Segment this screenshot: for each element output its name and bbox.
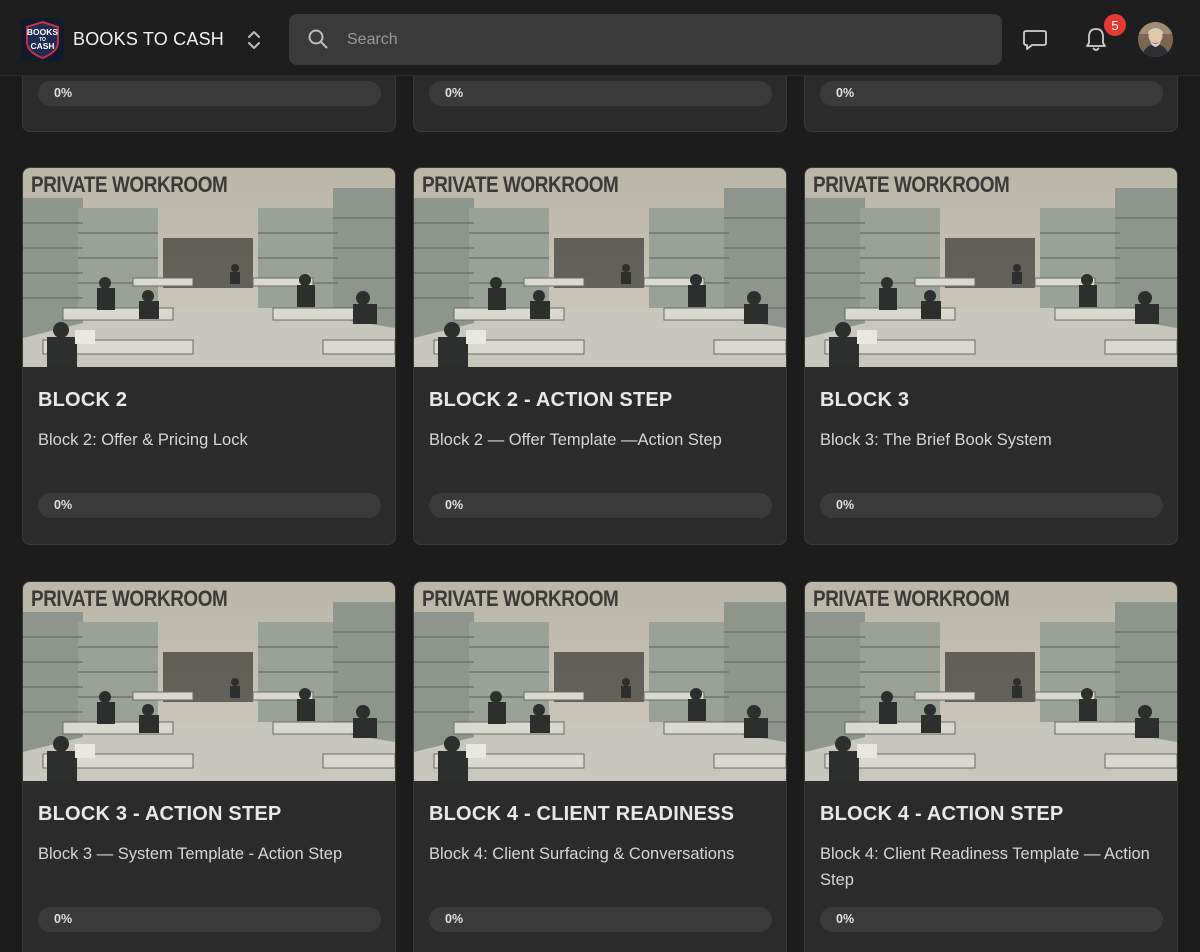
brand-name: BOOKS TO CASH (73, 29, 224, 49)
books-to-cash-logo[interactable]: BOOKS TO CASH (21, 18, 64, 61)
thumbnail-caption: PRIVATE WORKROOM (31, 586, 228, 611)
avatar[interactable] (1138, 22, 1173, 57)
svg-text:CASH: CASH (30, 41, 54, 51)
card-description: Block 2: Offer & Pricing Lock (38, 431, 248, 449)
top-navigation-bar: BOOKS TO CASH BOOKS TO CASH Search 5 (0, 0, 1200, 76)
card-title: BLOCK 4 - ACTION STEP (820, 803, 1064, 825)
card-title: BLOCK 3 (820, 389, 910, 411)
switcher-chevrons-icon[interactable] (244, 28, 264, 52)
notification-count-badge[interactable]: 5 (1102, 12, 1128, 38)
brand[interactable]: BOOKS TO CASH BOOKS TO CASH (21, 18, 224, 61)
course-card[interactable]: PRIVATE WORKROOM BLOCK 4 - ACTION STEP B… (804, 581, 1178, 952)
progress-bar: 0% (429, 907, 772, 932)
card-title: BLOCK 2 - ACTION STEP (429, 389, 673, 411)
card-description: Block 2 — Offer Template —Action Step (429, 431, 722, 449)
progress-label: 0% (836, 86, 855, 100)
progress-label: 0% (836, 912, 855, 926)
progress-label: 0% (445, 912, 464, 926)
progress-label: 0% (445, 86, 464, 100)
thumbnail-caption: PRIVATE WORKROOM (422, 586, 619, 611)
progress-label: 0% (836, 498, 855, 512)
progress-label: 0% (54, 498, 73, 512)
thumbnail-caption: PRIVATE WORKROOM (813, 172, 1010, 197)
card-description: Block 4: Client Readiness Template — Act… (820, 845, 1150, 889)
thumbnail-caption: PRIVATE WORKROOM (813, 586, 1010, 611)
progress-bar: 0% (429, 81, 772, 106)
card-description: Block 3 — System Template - Action Step (38, 845, 343, 863)
svg-text:BOOKS: BOOKS (27, 27, 59, 37)
search-icon (307, 28, 329, 55)
search-input[interactable] (347, 14, 977, 65)
search-bar[interactable] (289, 14, 1002, 65)
thumbnail-caption: PRIVATE WORKROOM (422, 172, 619, 197)
progress-bar: 0% (820, 907, 1163, 932)
course-card[interactable]: PRIVATE WORKROOM BLOCK 3 Block 3: The Br… (804, 167, 1178, 545)
course-card[interactable]: PRIVATE WORKROOM BLOCK 4 - CLIENT READIN… (413, 581, 787, 952)
card-description: Block 4: Client Surfacing & Conversation… (429, 845, 735, 863)
chat-icon[interactable] (1022, 28, 1048, 57)
progress-bar: 0% (38, 81, 381, 106)
course-card[interactable]: PRIVATE WORKROOM BLOCK 2 Block 2: Offer … (22, 167, 396, 545)
progress-bar: 0% (429, 493, 772, 518)
card-title: BLOCK 2 (38, 389, 128, 411)
progress-bar: 0% (820, 81, 1163, 106)
card-title: BLOCK 3 - ACTION STEP (38, 803, 282, 825)
course-card[interactable]: PRIVATE WORKROOM BLOCK 3 - ACTION STEP B… (22, 581, 396, 952)
progress-label: 0% (54, 86, 73, 100)
card-description: Block 3: The Brief Book System (820, 431, 1052, 449)
card-title: BLOCK 4 - CLIENT READINESS (429, 803, 735, 825)
course-card[interactable]: PRIVATE WORKROOM BLOCK 2 - ACTION STEP B… (413, 167, 787, 545)
progress-bar: 0% (820, 493, 1163, 518)
thumbnail-caption: PRIVATE WORKROOM (31, 172, 228, 197)
progress-label: 0% (445, 498, 464, 512)
progress-bar: 0% (38, 493, 381, 518)
progress-bar: 0% (38, 907, 381, 932)
progress-label: 0% (54, 912, 73, 926)
